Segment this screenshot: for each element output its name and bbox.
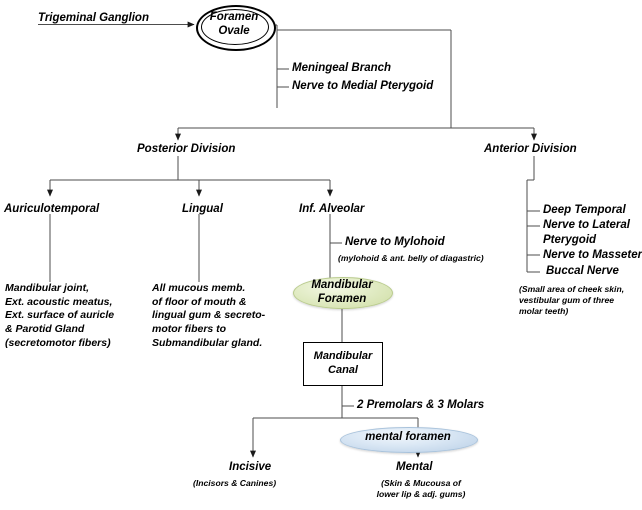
node-mandibular-canal-box: Mandibular Canal — [303, 342, 383, 386]
foramen-ovale-line2: Ovale — [218, 24, 250, 37]
mandibular-foramen-line2: Foramen — [317, 292, 367, 305]
note-buccal: (Small area of cheek skin, vestibular gu… — [519, 284, 625, 317]
detail-lingual: All mucous memb. of floor of mouth & lin… — [152, 282, 266, 349]
note-incisive: (Incisors & Canines) — [193, 478, 277, 488]
mandibular-canal-line1: Mandibular — [313, 350, 373, 363]
mandibular-canal-line2: Canal — [328, 364, 358, 376]
node-foramen-ovale-label: Foramen Ovale — [196, 10, 272, 38]
diagram-canvas: Trigeminal Ganglion Foramen Ovale Mening… — [0, 0, 642, 510]
note-mental: (Skin & Mucousa of lower lip & adj. gums… — [376, 478, 466, 500]
note-mylohoid: (mylohoid & ant. belly of diagastric) — [338, 253, 484, 263]
branch-meningeal: Meningeal Branch — [292, 62, 392, 74]
node-posterior-division: Posterior Division — [137, 143, 236, 155]
branch-nerve-to-masseter: Nerve to Masseter — [543, 249, 642, 261]
node-incisive: Incisive — [229, 461, 272, 473]
branch-pterygoid: Pterygoid — [543, 234, 597, 246]
node-trigeminal-ganglion: Trigeminal Ganglion — [38, 12, 149, 24]
branch-nerve-to-lateral: Nerve to Lateral — [543, 219, 630, 231]
node-mental: Mental — [396, 461, 433, 473]
node-lingual: Lingual — [182, 203, 223, 215]
detail-auriculotemporal: Mandibular joint, Ext. acoustic meatus, … — [5, 282, 115, 349]
foramen-ovale-line1: Foramen — [209, 10, 259, 23]
node-mental-foramen-label: mental foramen — [365, 431, 451, 443]
node-inf-alveolar: Inf. Alveolar — [299, 203, 365, 215]
branch-buccal-nerve: Buccal Nerve — [546, 265, 619, 277]
branch-nerve-to-medial-pterygoid: Nerve to Medial Pterygoid — [292, 80, 434, 92]
node-mandibular-foramen-label: Mandibular Foramen — [293, 279, 391, 307]
branch-deep-temporal: Deep Temporal — [543, 204, 626, 216]
mandibular-foramen-line1: Mandibular — [311, 279, 373, 291]
branch-nerve-to-mylohoid: Nerve to Mylohoid — [345, 236, 445, 248]
node-auriculotemporal: Auriculotemporal — [4, 203, 100, 215]
node-premolars-molars: 2 Premolars & 3 Molars — [357, 399, 485, 411]
node-anterior-division: Anterior Division — [484, 143, 577, 155]
